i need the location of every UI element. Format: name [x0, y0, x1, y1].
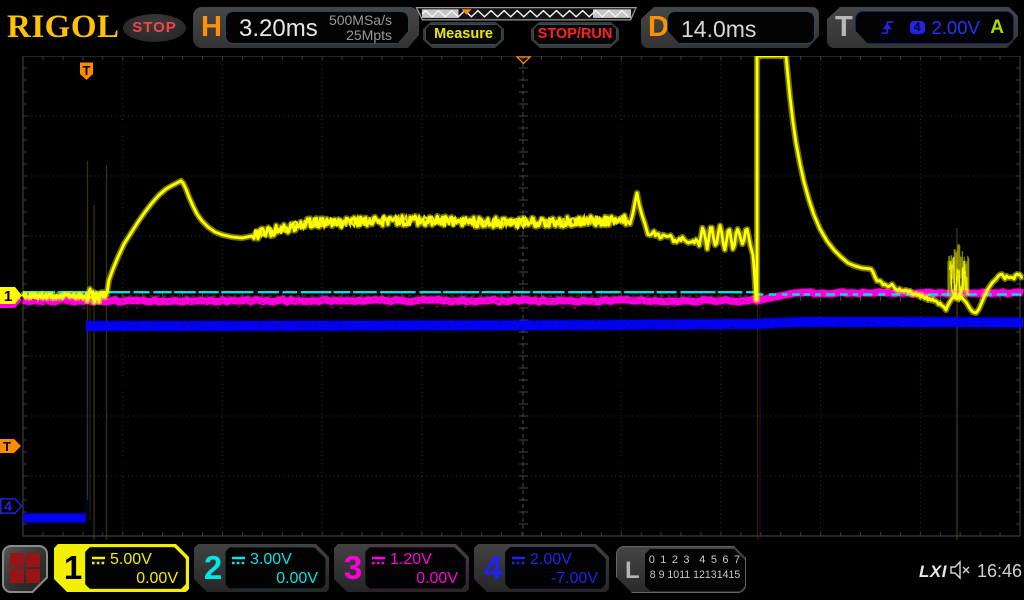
svg-text:1: 1: [4, 288, 12, 305]
svg-text:T: T: [3, 439, 11, 454]
svg-text:T: T: [83, 63, 91, 78]
svg-text:4: 4: [4, 498, 12, 514]
